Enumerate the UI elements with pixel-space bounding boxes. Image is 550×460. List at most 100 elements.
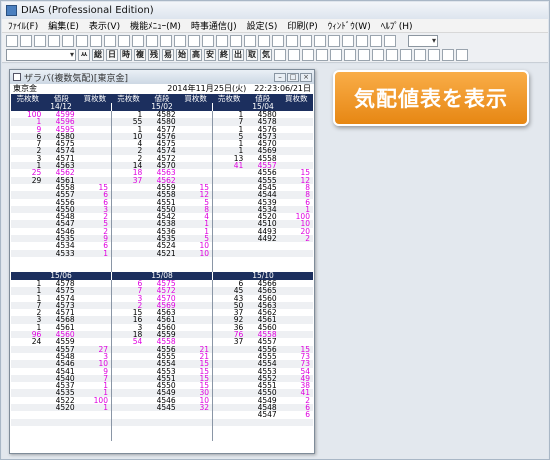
menu-item-4[interactable]: 時事通信(J) [191,19,237,32]
table-row: 4548 2 [11,213,111,220]
table-row: 4551 15 [112,374,212,383]
chart-type-button-4[interactable]: 複 [134,49,146,61]
toolbar-button-12[interactable] [174,34,186,47]
toolbar-button-22[interactable] [314,34,326,47]
toolbar2-button-11[interactable] [428,49,440,61]
price: 4570 [156,294,176,302]
price [246,250,279,257]
sell-qty [112,411,145,418]
menu-item-5[interactable]: 設定(S) [247,19,278,32]
sell-qty: 3 [137,323,143,332]
buy-qty: 4 [204,213,209,221]
toolbar-button-4[interactable] [62,34,74,47]
buy-qty: 6 [103,191,108,199]
toolbar-button-2[interactable] [34,34,46,47]
price-button-5[interactable]: 取 [246,49,258,61]
buy-qty: 15 [199,374,209,383]
menu-item-7[interactable]: ｳｨﾝﾄﾞｳ(W) [328,19,371,32]
sell-qty: 7 [36,140,42,148]
chart-type-button-2[interactable]: 日 [106,49,118,61]
price-button-4[interactable]: 出 [232,49,244,61]
table-row: 6 4580 [11,132,111,141]
menu-item-8[interactable]: ﾍﾙﾌﾟ(H) [381,19,413,32]
toolbar-button-11[interactable] [160,34,172,47]
table-row: 4558 15 [11,184,111,191]
toolbar-button-5[interactable] [76,34,88,47]
toolbar2-button-3[interactable] [316,49,328,61]
toolbar2-button-5[interactable] [344,49,356,61]
toolbar2-button-8[interactable] [386,49,398,61]
buy-qty [78,295,111,302]
sell-qty [213,206,246,213]
toolbar2-button-0[interactable] [274,49,286,61]
bottom-block-1: 6 4575 7 4572 3 4570 2 4569 15 4563 16 4561 3 4560 18 4… [111,280,212,441]
toolbar2-button-4[interactable] [330,49,342,61]
toolbar2-button-7[interactable] [372,49,384,61]
price-button-2[interactable]: 安 [204,49,216,61]
menu-item-1[interactable]: 編集(E) [48,19,79,32]
toolbar-button-15[interactable] [216,34,228,47]
toolbar2-button-2[interactable] [302,49,314,61]
toolbar-button-20[interactable] [286,34,298,47]
price-button-6[interactable]: 気 [260,49,272,61]
sell-qty [112,184,145,191]
buy-qty: 21 [199,352,209,361]
toolbar-select-right[interactable] [408,34,438,47]
toolbar-button-24[interactable] [342,34,354,47]
toolbar2-button-13[interactable] [456,49,468,61]
toolbar-button-23[interactable] [328,34,340,47]
buy-qty: 12 [300,176,310,184]
toolbar-button-13[interactable] [188,34,200,47]
toolbar-button-18[interactable] [258,34,270,47]
buy-qty: 1 [305,205,310,214]
price-button-1[interactable]: 高 [190,49,202,61]
toolbar-button-6[interactable] [90,34,102,47]
table-row: 18 4563 [112,169,212,176]
menu-item-6[interactable]: 印刷(P) [287,19,317,32]
sell-qty: 1 [36,118,42,126]
toolbar-button-25[interactable] [356,34,368,47]
toolbar-button-17[interactable] [244,34,256,47]
toolbar-button-10[interactable] [146,34,158,47]
menu-item-0[interactable]: ﾌｧｲﾙ(F) [8,19,38,32]
quote-board-window[interactable]: ザラバ(複数気配)[東京金] – □ × 東京金 2014年11月25日(火) … [9,69,315,454]
table-row: 4540 7 [11,374,111,383]
price: 4537 [55,382,75,390]
chart-type-button-6[interactable]: 易 [162,49,174,61]
maximize-button[interactable]: □ [287,72,299,82]
chart-type-button-1[interactable]: 総 [92,49,104,61]
toolbar-button-7[interactable] [104,34,116,47]
toolbar-button-19[interactable] [272,34,284,47]
toolbar-button-26[interactable] [370,34,382,47]
toolbar-button-21[interactable] [300,34,312,47]
toolbar-button-1[interactable] [20,34,32,47]
toolbar2-button-12[interactable] [442,49,454,61]
toolbar-button-0[interactable] [6,34,18,47]
minimize-button[interactable]: – [274,72,286,82]
chart-type-button-0[interactable]: ㅆ [78,49,90,61]
toolbar-button-9[interactable] [132,34,144,47]
toolbar2-button-9[interactable] [400,49,412,61]
column-header-2: 買枚数 [83,94,107,103]
close-button[interactable]: × [300,72,312,82]
symbol-select[interactable] [6,49,76,61]
price: 4560 [257,294,277,302]
toolbar-button-14[interactable] [202,34,214,47]
buy-qty [78,324,111,331]
toolbar-button-3[interactable] [48,34,60,47]
toolbar-button-16[interactable] [230,34,242,47]
toolbar-button-27[interactable] [384,34,396,47]
toolbar2-button-1[interactable] [288,49,300,61]
table-row: 9 4595 [11,126,111,133]
sell-qty: 1 [137,111,143,119]
price-button-3[interactable]: 終 [218,49,230,61]
toolbar2-button-6[interactable] [358,49,370,61]
toolbar2-button-10[interactable] [414,49,426,61]
chart-type-button-5[interactable]: 残 [148,49,160,61]
table-row: 4553 15 [112,368,212,375]
toolbar-button-8[interactable] [118,34,130,47]
price-button-0[interactable]: 始 [176,49,188,61]
menu-item-2[interactable]: 表示(V) [89,19,120,32]
menu-item-3[interactable]: 機能ﾒﾆｭｰ(M) [130,19,181,32]
chart-type-button-3[interactable]: 時 [120,49,132,61]
